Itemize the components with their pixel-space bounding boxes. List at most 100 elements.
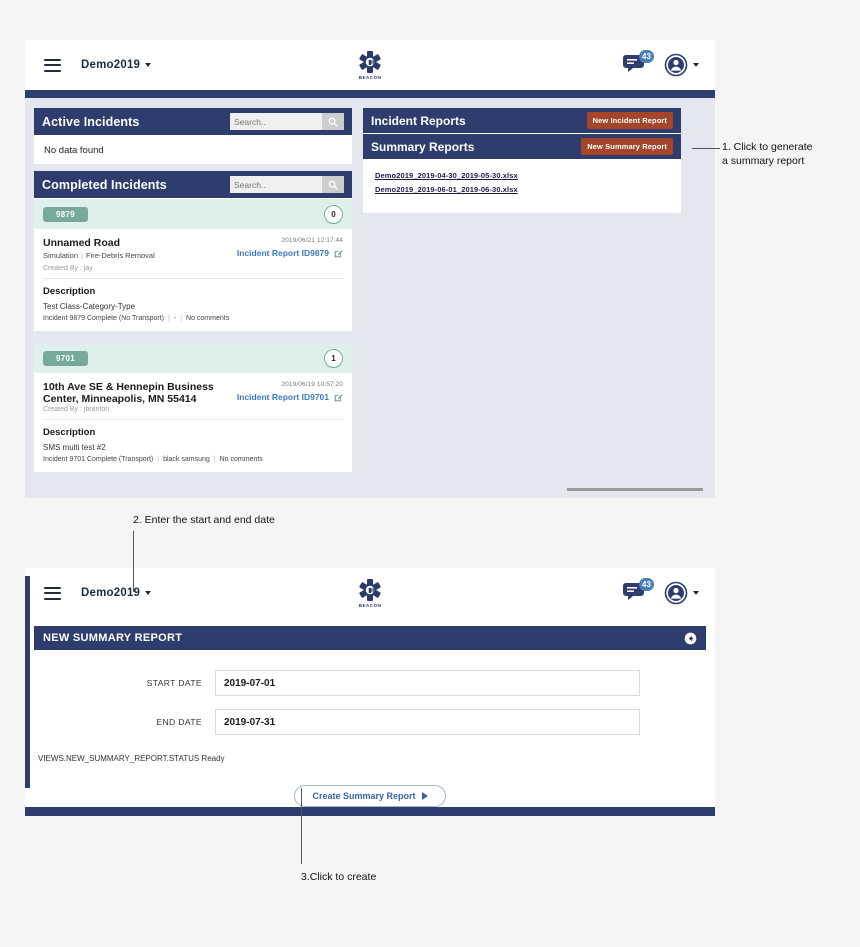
card-divider bbox=[43, 278, 343, 279]
incident-id-chip: 9701 bbox=[43, 350, 88, 366]
annotation-one-line-1: 1. Click to generate bbox=[722, 141, 813, 153]
incident-card-top: Unnamed Road Simulation | Fire-Debris Remo… bbox=[43, 237, 343, 260]
play-arrow-icon bbox=[421, 792, 428, 800]
app-header: Demo2019 BEACON 43 bbox=[25, 40, 715, 90]
create-summary-report-button[interactable]: Create Summary Report bbox=[294, 785, 446, 807]
meta-separator: | bbox=[180, 315, 183, 322]
incident-subtitle: Simulation | Fire-Debris Removal bbox=[43, 251, 155, 260]
incident-category: Fire-Debris Removal bbox=[85, 251, 155, 260]
org-selector[interactable]: Demo2019 bbox=[81, 587, 152, 599]
user-avatar-icon bbox=[664, 53, 688, 77]
active-incidents-search bbox=[230, 113, 344, 130]
active-incidents-title: Active Incidents bbox=[42, 114, 140, 129]
user-menu[interactable] bbox=[664, 53, 699, 77]
summary-reports-title: Summary Reports bbox=[371, 139, 475, 154]
completed-incidents-search-button[interactable] bbox=[322, 176, 344, 193]
incident-comments-text: No comments bbox=[219, 456, 263, 463]
new-incident-report-button[interactable]: New Incident Report bbox=[586, 112, 673, 129]
search-icon bbox=[328, 180, 338, 190]
horizontal-scrollbar[interactable] bbox=[567, 488, 703, 491]
incident-reports-header: Incident Reports New Incident Report bbox=[363, 108, 681, 134]
edit-icon bbox=[334, 249, 343, 257]
org-selector-label: Demo2019 bbox=[81, 587, 141, 599]
completed-incidents-search-input[interactable] bbox=[230, 176, 322, 193]
org-selector[interactable]: Demo2019 bbox=[81, 59, 152, 71]
chevron-down-icon bbox=[145, 590, 152, 595]
start-date-row: START DATE bbox=[25, 670, 715, 696]
summary-report-form: START DATE END DATE VIEWS.NEW_SUMMARY_RE… bbox=[25, 650, 715, 807]
summary-report-status: VIEWS.NEW_SUMMARY_REPORT.STATUS Ready bbox=[38, 754, 225, 763]
incident-report-link[interactable]: Incident Report ID9879 bbox=[237, 248, 343, 258]
hamburger-menu-icon[interactable] bbox=[44, 586, 61, 600]
incident-card-heading: Unnamed Road Simulation | Fire-Debris Remo… bbox=[43, 237, 155, 260]
edit-icon bbox=[334, 393, 343, 401]
start-date-label: START DATE bbox=[146, 678, 202, 688]
completed-incidents-header: Completed Incidents bbox=[34, 171, 352, 199]
reports-column: Incident Reports New Incident Report Sum… bbox=[363, 108, 681, 498]
beacon-logo: BEACON bbox=[358, 578, 382, 608]
star-of-life-icon bbox=[359, 579, 381, 601]
user-menu-chevron-icon bbox=[693, 63, 699, 67]
back-arrow-icon[interactable] bbox=[684, 632, 697, 645]
messages-button[interactable]: 43 bbox=[622, 50, 654, 78]
annotation-two: 2. Enter the start and end date bbox=[133, 514, 275, 526]
dashboard-body: Active Incidents No data found Completed… bbox=[25, 98, 715, 498]
card-spacer bbox=[34, 331, 352, 343]
annotation-three-leader-line bbox=[301, 788, 302, 864]
incident-count-badge: 1 bbox=[324, 348, 343, 368]
summary-report-file-link[interactable]: Demo2019_2019-04-30_2019-05-30.xlsx bbox=[375, 171, 669, 180]
incident-title: 10th Ave SE & Hennepin Business Center, … bbox=[43, 381, 214, 405]
new-summary-report-header: NEW SUMMARY REPORT bbox=[34, 626, 706, 650]
app-header: Demo2019 BEACON 43 bbox=[25, 568, 715, 618]
brand-wordmark: BEACON bbox=[358, 75, 382, 80]
summary-reports-file-list: Demo2019_2019-04-30_2019-05-30.xlsx Demo… bbox=[363, 160, 681, 213]
annotation-one-leader-line bbox=[692, 148, 720, 149]
user-menu[interactable] bbox=[664, 581, 699, 605]
active-incidents-search-button[interactable] bbox=[322, 113, 344, 130]
incident-comments-text: No comments bbox=[186, 315, 230, 322]
incident-report-link[interactable]: Incident Report ID9701 bbox=[237, 392, 343, 402]
incident-device-text: - bbox=[173, 315, 177, 322]
active-incidents-empty-state: No data found bbox=[34, 136, 352, 164]
incident-card-badge-row: 9701 1 bbox=[34, 343, 352, 373]
incident-card-badge-row: 9879 0 bbox=[34, 199, 352, 229]
incident-card[interactable]: 10th Ave SE & Hennepin Business Center, … bbox=[34, 373, 352, 472]
chevron-down-icon bbox=[145, 62, 152, 67]
start-date-input[interactable] bbox=[215, 670, 640, 696]
incident-card-meta: 2019/06/19 10:57:20 Incident Report ID97… bbox=[237, 381, 343, 402]
incident-created-by: Created By : jay bbox=[43, 265, 93, 272]
meta-separator: | bbox=[213, 456, 216, 463]
incident-reports-title: Incident Reports bbox=[371, 113, 466, 128]
incident-card-heading: 10th Ave SE & Hennepin Business Center, … bbox=[43, 381, 223, 413]
incident-type: Simulation bbox=[43, 251, 79, 260]
incident-status-text: Incident 9879 Complete (No Transport) bbox=[43, 315, 165, 322]
messages-button[interactable]: 43 bbox=[622, 578, 654, 606]
org-selector-label: Demo2019 bbox=[81, 59, 141, 71]
incident-device-text: black samsung bbox=[163, 456, 210, 463]
new-summary-report-title: NEW SUMMARY REPORT bbox=[43, 632, 183, 644]
incident-card[interactable]: Unnamed Road Simulation | Fire-Debris Remo… bbox=[34, 229, 352, 331]
panel-bottom-strip bbox=[25, 807, 715, 816]
search-icon bbox=[328, 117, 338, 127]
messages-count-badge: 43 bbox=[639, 578, 654, 591]
incident-timestamp: 2019/06/19 10:57:20 bbox=[281, 381, 343, 388]
subtitle-separator: | bbox=[81, 251, 83, 260]
card-divider bbox=[43, 419, 343, 420]
incident-count-badge: 0 bbox=[324, 204, 343, 224]
hamburger-menu-icon[interactable] bbox=[44, 58, 61, 72]
app-header-actions: 43 bbox=[622, 50, 699, 78]
meta-separator: | bbox=[157, 456, 160, 463]
incident-created-by: Created By : jbranton bbox=[43, 406, 110, 413]
new-summary-report-button[interactable]: New Summary Report bbox=[581, 138, 673, 155]
active-incidents-search-input[interactable] bbox=[230, 113, 322, 130]
incident-card-top: 10th Ave SE & Hennepin Business Center, … bbox=[43, 381, 343, 413]
summary-report-file-link[interactable]: Demo2019_2019-06-01_2019-06-30.xlsx bbox=[375, 185, 669, 194]
user-avatar-icon bbox=[664, 581, 688, 605]
active-incidents-header: Active Incidents bbox=[34, 108, 352, 136]
incident-description-text: SMS multi test #2 bbox=[43, 443, 106, 452]
incident-description-meta: Incident 9701 Complete (Transport) | black… bbox=[43, 456, 343, 463]
end-date-input[interactable] bbox=[215, 709, 640, 735]
star-of-life-icon bbox=[359, 51, 381, 73]
completed-incidents-search bbox=[230, 176, 344, 193]
completed-incidents-title: Completed Incidents bbox=[42, 177, 167, 192]
